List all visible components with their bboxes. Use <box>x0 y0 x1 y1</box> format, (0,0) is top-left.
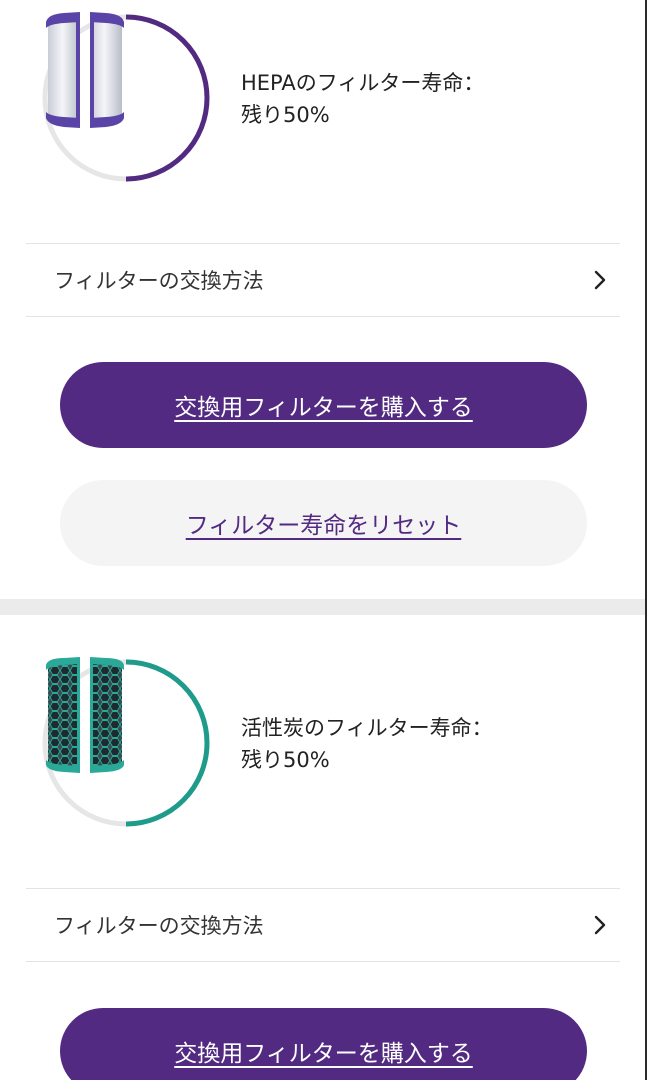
howto-replace-label: フィルターの交換方法 <box>54 914 264 938</box>
reset-filter-life-button[interactable]: フィルター寿命をリセット <box>60 480 587 566</box>
carbon-life-label: 活性炭のフィルター寿命： <box>241 716 493 740</box>
chevron-right-icon <box>580 260 620 300</box>
section-divider <box>0 599 645 615</box>
hepa-howto-replace-row[interactable]: フィルターの交換方法 <box>26 243 620 317</box>
carbon-filter-section: 活性炭のフィルター寿命： 残り50% フィルターの交換方法 交換用フィルターを購… <box>0 645 645 1080</box>
gauge-progress-arc <box>125 14 210 182</box>
hepa-filter-section: HEPAのフィルター寿命： 残り50% フィルターの交換方法 交換用フィルターを… <box>0 0 645 599</box>
hepa-filter-status: HEPAのフィルター寿命： 残り50% <box>0 0 645 243</box>
carbon-filter-status: 活性炭のフィルター寿命： 残り50% <box>0 645 645 888</box>
carbon-filter-image <box>46 657 124 773</box>
filter-life-page: HEPAのフィルター寿命： 残り50% フィルターの交換方法 交換用フィルターを… <box>0 0 647 1080</box>
carbon-life-text: 活性炭のフィルター寿命： 残り50% <box>241 712 493 776</box>
buy-replacement-filter-button[interactable]: 交換用フィルターを購入する <box>60 1008 587 1080</box>
hepa-life-label: HEPAのフィルター寿命： <box>241 71 485 95</box>
carbon-life-remaining: 残り50% <box>241 748 330 772</box>
howto-replace-label: フィルターの交換方法 <box>54 269 264 293</box>
hepa-life-gauge <box>40 12 212 184</box>
hepa-filter-image <box>46 12 124 128</box>
buy-replacement-filter-button[interactable]: 交換用フィルターを購入する <box>60 362 587 448</box>
hepa-life-remaining: 残り50% <box>241 103 330 127</box>
carbon-life-gauge <box>40 657 212 829</box>
hepa-life-text: HEPAのフィルター寿命： 残り50% <box>241 67 484 131</box>
carbon-howto-replace-row[interactable]: フィルターの交換方法 <box>26 888 620 962</box>
chevron-right-icon <box>580 905 620 945</box>
gauge-progress-arc <box>125 659 210 827</box>
